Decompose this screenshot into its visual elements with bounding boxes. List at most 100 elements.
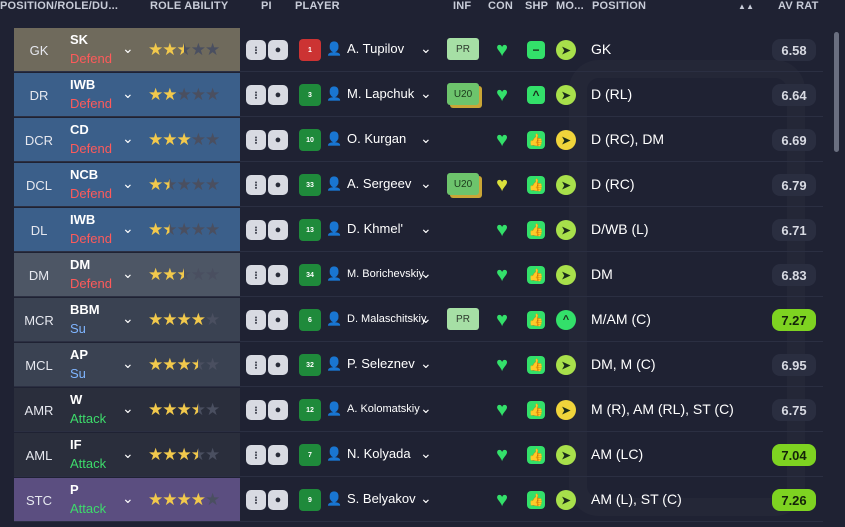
header-position[interactable]: POSITION bbox=[592, 0, 646, 12]
chevron-down-icon[interactable]: ⌄ bbox=[420, 445, 432, 462]
chevron-down-icon[interactable]: ⌄ bbox=[122, 265, 134, 282]
player-name[interactable]: A. Kolomatskiy bbox=[347, 403, 420, 415]
header-role-ability[interactable]: ROLE ABILITY bbox=[150, 0, 228, 12]
chevron-down-icon[interactable]: ⌄ bbox=[122, 490, 134, 507]
person-icon[interactable]: ● bbox=[268, 445, 288, 465]
chevron-down-icon[interactable]: ⌄ bbox=[420, 355, 432, 372]
table-row[interactable]: MCR BBM Su ⌄ ★★★★★ ⁝ ● 6 👤 D. Malaschits… bbox=[0, 298, 845, 342]
table-row[interactable]: DR IWB Defend ⌄ ★★★★★ ⁝ ● 3 👤 M. Lapchuk… bbox=[0, 73, 845, 117]
instructions-icon[interactable]: ⁝ bbox=[246, 310, 266, 330]
person-icon[interactable]: ● bbox=[268, 355, 288, 375]
table-row[interactable]: MCL AP Su ⌄ ★★★★★ ⁝ ● 32 👤 P. Seleznev ⌄… bbox=[0, 343, 845, 387]
person-icon[interactable]: ● bbox=[268, 130, 288, 150]
table-row[interactable]: AMR W Attack ⌄ ★★★★★ ⁝ ● 12 👤 A. Kolomat… bbox=[0, 388, 845, 432]
table-row[interactable]: DCL NCB Defend ⌄ ★★★★★ ⁝ ● 33 👤 A. Serge… bbox=[0, 163, 845, 207]
chevron-down-icon[interactable]: ⌄ bbox=[122, 400, 134, 417]
instructions-icon[interactable]: ⁝ bbox=[246, 355, 266, 375]
player-name[interactable]: S. Belyakov bbox=[347, 491, 416, 506]
position-cell[interactable]: MCL bbox=[14, 343, 64, 387]
inf-badge[interactable]: U20 bbox=[447, 83, 479, 105]
player-instructions[interactable]: ⁝ ● bbox=[246, 220, 288, 240]
instructions-icon[interactable]: ⁝ bbox=[246, 40, 266, 60]
player-name[interactable]: A. Sergeev bbox=[347, 176, 411, 191]
instructions-icon[interactable]: ⁝ bbox=[246, 85, 266, 105]
header-player[interactable]: PLAYER bbox=[295, 0, 340, 12]
header-shp[interactable]: SHP bbox=[525, 0, 548, 12]
inf-badge[interactable]: PR bbox=[447, 38, 479, 60]
chevron-down-icon[interactable]: ⌄ bbox=[122, 355, 134, 372]
instructions-icon[interactable]: ⁝ bbox=[246, 400, 266, 420]
chevron-down-icon[interactable]: ⌄ bbox=[122, 310, 134, 327]
role-cell[interactable]: BBM Su ⌄ bbox=[64, 298, 142, 342]
header-position-role[interactable]: POSITION/ROLE/DU... bbox=[0, 0, 118, 12]
instructions-icon[interactable]: ⁝ bbox=[246, 445, 266, 465]
chevron-down-icon[interactable]: ⌄ bbox=[420, 490, 432, 507]
chevron-down-icon[interactable]: ⌄ bbox=[420, 175, 432, 192]
role-cell[interactable]: IWB Defend ⌄ bbox=[64, 73, 142, 117]
player-name[interactable]: O. Kurgan bbox=[347, 131, 406, 146]
person-icon[interactable]: ● bbox=[268, 220, 288, 240]
player-name[interactable]: M. Borichevskiy bbox=[347, 268, 424, 280]
instructions-icon[interactable]: ⁝ bbox=[246, 265, 266, 285]
player-instructions[interactable]: ⁝ ● bbox=[246, 40, 288, 60]
player-name[interactable]: N. Kolyada bbox=[347, 446, 411, 461]
chevron-down-icon[interactable]: ⌄ bbox=[122, 220, 134, 237]
chevron-down-icon[interactable]: ⌄ bbox=[122, 85, 134, 102]
instructions-icon[interactable]: ⁝ bbox=[246, 490, 266, 510]
person-icon[interactable]: ● bbox=[268, 175, 288, 195]
player-name[interactable]: A. Tupilov bbox=[347, 41, 404, 56]
instructions-icon[interactable]: ⁝ bbox=[246, 220, 266, 240]
chevron-down-icon[interactable]: ⌄ bbox=[420, 310, 432, 327]
player-instructions[interactable]: ⁝ ● bbox=[246, 490, 288, 510]
chevron-down-icon[interactable]: ⌄ bbox=[122, 130, 134, 147]
person-icon[interactable]: ● bbox=[268, 265, 288, 285]
position-cell[interactable]: AMR bbox=[14, 388, 64, 432]
instructions-icon[interactable]: ⁝ bbox=[246, 175, 266, 195]
chevron-down-icon[interactable]: ⌄ bbox=[122, 40, 134, 57]
player-instructions[interactable]: ⁝ ● bbox=[246, 445, 288, 465]
chevron-down-icon[interactable]: ⌄ bbox=[420, 265, 432, 282]
player-name[interactable]: P. Seleznev bbox=[347, 356, 415, 371]
player-name[interactable]: D. Khmel' bbox=[347, 221, 403, 236]
player-instructions[interactable]: ⁝ ● bbox=[246, 175, 288, 195]
table-row[interactable]: AML IF Attack ⌄ ★★★★★ ⁝ ● 7 👤 N. Kolyada… bbox=[0, 433, 845, 477]
chevron-down-icon[interactable]: ⌄ bbox=[420, 40, 432, 57]
table-row[interactable]: GK SK Defend ⌄ ★★★★★ ⁝ ● 1 👤 A. Tupilov … bbox=[0, 28, 845, 72]
position-cell[interactable]: MCR bbox=[14, 298, 64, 342]
position-cell[interactable]: DR bbox=[14, 73, 64, 117]
inf-badge[interactable]: U20 bbox=[447, 173, 479, 195]
player-instructions[interactable]: ⁝ ● bbox=[246, 265, 288, 285]
position-cell[interactable]: DM bbox=[14, 253, 64, 297]
table-row[interactable]: DCR CD Defend ⌄ ★★★★★ ⁝ ● 10 👤 O. Kurgan… bbox=[0, 118, 845, 162]
player-instructions[interactable]: ⁝ ● bbox=[246, 85, 288, 105]
table-row[interactable]: DL IWB Defend ⌄ ★★★★★ ⁝ ● 13 👤 D. Khmel'… bbox=[0, 208, 845, 252]
sort-arrows-icon[interactable]: ▲▲ bbox=[738, 2, 754, 11]
table-row[interactable]: STC P Attack ⌄ ★★★★★ ⁝ ● 9 👤 S. Belyakov… bbox=[0, 478, 845, 522]
player-name[interactable]: M. Lapchuk bbox=[347, 86, 414, 101]
position-cell[interactable]: DCR bbox=[14, 118, 64, 162]
inf-badge[interactable]: PR bbox=[447, 308, 479, 330]
header-pi[interactable]: PI bbox=[261, 0, 272, 12]
scrollbar[interactable] bbox=[834, 32, 839, 152]
player-name[interactable]: D. Malaschitskiy bbox=[347, 313, 426, 325]
header-av-rat[interactable]: AV RAT bbox=[778, 0, 819, 12]
role-cell[interactable]: W Attack ⌄ bbox=[64, 388, 142, 432]
position-cell[interactable]: GK bbox=[14, 28, 64, 72]
role-cell[interactable]: NCB Defend ⌄ bbox=[64, 163, 142, 207]
role-cell[interactable]: AP Su ⌄ bbox=[64, 343, 142, 387]
chevron-down-icon[interactable]: ⌄ bbox=[420, 130, 432, 147]
header-inf[interactable]: INF bbox=[453, 0, 471, 12]
person-icon[interactable]: ● bbox=[268, 400, 288, 420]
position-cell[interactable]: DL bbox=[14, 208, 64, 252]
chevron-down-icon[interactable]: ⌄ bbox=[420, 400, 432, 417]
person-icon[interactable]: ● bbox=[268, 310, 288, 330]
instructions-icon[interactable]: ⁝ bbox=[246, 130, 266, 150]
position-cell[interactable]: AML bbox=[14, 433, 64, 477]
chevron-down-icon[interactable]: ⌄ bbox=[420, 85, 432, 102]
role-cell[interactable]: P Attack ⌄ bbox=[64, 478, 142, 522]
role-cell[interactable]: IF Attack ⌄ bbox=[64, 433, 142, 477]
person-icon[interactable]: ● bbox=[268, 40, 288, 60]
player-instructions[interactable]: ⁝ ● bbox=[246, 310, 288, 330]
chevron-down-icon[interactable]: ⌄ bbox=[122, 445, 134, 462]
player-instructions[interactable]: ⁝ ● bbox=[246, 400, 288, 420]
